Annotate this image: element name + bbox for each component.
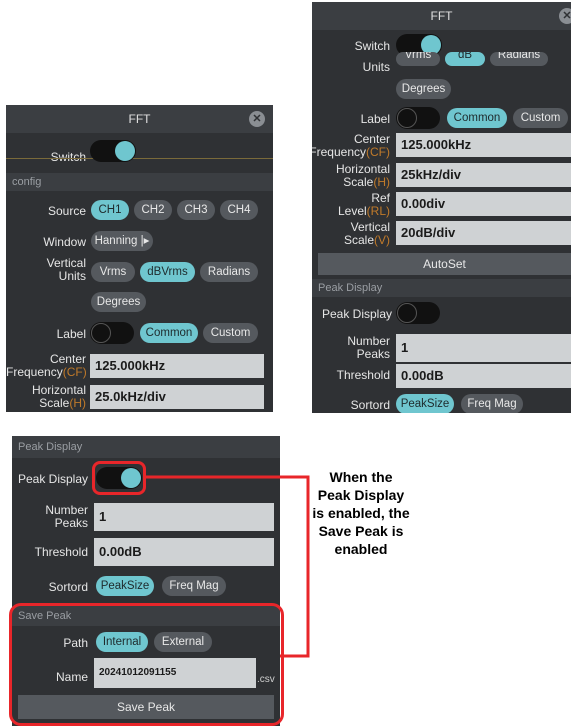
peak-display-highlight xyxy=(92,461,146,495)
center-frequency-label: Center Frequency(CF) xyxy=(6,353,87,379)
vertical-scale-label: Vertical Scale(V) xyxy=(312,221,390,247)
number-peaks-label: Number Peaks xyxy=(312,335,390,361)
horizontal-scale-field[interactable]: 25kHz/div xyxy=(396,163,571,187)
label-line: Frequency xyxy=(312,145,366,159)
peak-display-header: Peak Display xyxy=(312,279,571,297)
source-label: Source xyxy=(47,204,86,218)
label-line: Scale xyxy=(343,233,374,247)
unit-radians[interactable]: Radians xyxy=(200,262,258,282)
window-select[interactable]: Hanning |▸ xyxy=(91,231,153,251)
units-label: Units xyxy=(362,60,390,74)
ref-level-field[interactable]: 0.00div xyxy=(396,192,571,216)
switch-label: Switch xyxy=(354,39,390,53)
fft-panel-basic: FFT ✕ Switch config Source CH1 CH2 CH3 C… xyxy=(6,105,273,412)
label-line: Scale xyxy=(343,175,374,189)
label-abbrev: (RL) xyxy=(366,204,390,218)
sortord-label: Sortord xyxy=(48,580,88,594)
peak-display-toggle[interactable] xyxy=(396,302,440,324)
number-peaks-field[interactable]: 1 xyxy=(396,334,571,362)
number-peaks-label: Number Peaks xyxy=(12,504,88,530)
label-toggle[interactable] xyxy=(90,322,134,344)
dropdown-arrow-icon: |▸ xyxy=(137,235,150,247)
source-ch4[interactable]: CH4 xyxy=(220,200,258,220)
label-label: Label xyxy=(56,327,86,341)
source-ch2[interactable]: CH2 xyxy=(134,200,172,220)
label-line: Frequency xyxy=(6,365,63,379)
label-line: Scale xyxy=(39,396,70,410)
horizontal-scale-label: Horizontal Scale(H) xyxy=(312,163,390,189)
peak-display-label: Peak Display xyxy=(321,307,392,321)
center-frequency-field[interactable]: 125.000kHz xyxy=(396,133,571,157)
config-header: config xyxy=(6,173,273,191)
panel-title: FFT xyxy=(312,2,571,30)
unit-dbvrms[interactable]: dBVrms xyxy=(140,262,195,282)
close-icon[interactable]: ✕ xyxy=(559,8,571,24)
unit-degrees[interactable]: Degrees xyxy=(91,292,146,312)
threshold-label: Threshold xyxy=(336,368,390,382)
unit-db[interactable]: dB xyxy=(445,52,485,66)
close-icon[interactable]: ✕ xyxy=(249,111,265,127)
label-line: Peaks xyxy=(356,347,390,361)
horizontal-scale-field[interactable]: 25.0kHz/div xyxy=(90,385,264,409)
vertical-scale-field[interactable]: 20dB/div xyxy=(396,221,571,245)
window-label: Window xyxy=(43,235,86,249)
label-abbrev: (H) xyxy=(373,175,390,189)
annotation-text: When the Peak Display is enabled, the Sa… xyxy=(312,469,410,557)
label-abbrev: (V) xyxy=(374,233,390,247)
connector-bracket xyxy=(146,475,310,658)
label-custom[interactable]: Custom xyxy=(203,323,258,343)
label-abbrev: (CF) xyxy=(62,365,87,379)
unit-radians[interactable]: Radians xyxy=(490,52,548,66)
unit-vrms[interactable]: Vrms xyxy=(91,262,135,282)
peak-display-header: Peak Display xyxy=(12,436,280,458)
toggle-knob xyxy=(397,303,417,323)
switch-toggle[interactable] xyxy=(90,140,136,162)
label-toggle[interactable] xyxy=(396,107,440,129)
ref-level-label: Ref Level(RL) xyxy=(312,192,390,218)
threshold-field[interactable]: 0.00dB xyxy=(396,364,571,388)
center-frequency-field[interactable]: 125.000kHz xyxy=(90,354,264,378)
sortord-freqmag[interactable]: Freq Mag xyxy=(461,394,523,413)
label-line: Peaks xyxy=(54,516,88,530)
label-line: Level xyxy=(337,204,367,218)
unit-vrms[interactable]: Vrms xyxy=(396,52,440,66)
fft-panel-scrolled: FFT ✕ Switch Units Vrms dB Radians Degre… xyxy=(312,2,571,413)
panel-title: FFT xyxy=(6,105,273,133)
label-label: Label xyxy=(360,112,390,126)
label-common[interactable]: Common xyxy=(447,108,507,128)
horizontal-scale-label: Horizontal Scale(H) xyxy=(6,384,86,410)
source-ch3[interactable]: CH3 xyxy=(177,200,215,220)
toggle-knob xyxy=(91,323,111,343)
trace-line xyxy=(6,158,273,159)
center-frequency-label: Center Frequency(CF) xyxy=(312,133,390,159)
label-common[interactable]: Common xyxy=(140,323,198,343)
autoset-button[interactable]: AutoSet xyxy=(318,253,571,275)
peak-display-label: Peak Display xyxy=(17,472,88,486)
source-ch1[interactable]: CH1 xyxy=(91,200,129,220)
label-line: Units xyxy=(58,269,86,283)
unit-degrees[interactable]: Degrees xyxy=(396,79,451,99)
label-custom[interactable]: Custom xyxy=(513,108,568,128)
sortord-label: Sortord xyxy=(350,398,390,412)
window-value: Hanning xyxy=(94,235,138,247)
threshold-label: Threshold xyxy=(34,545,88,559)
toggle-knob xyxy=(115,141,135,161)
label-abbrev: (H) xyxy=(69,396,86,410)
sortord-peaksize[interactable]: PeakSize xyxy=(396,394,454,413)
label-abbrev: (CF) xyxy=(366,145,390,159)
vertical-units-label: Vertical Units xyxy=(16,257,86,283)
toggle-knob xyxy=(397,108,417,128)
